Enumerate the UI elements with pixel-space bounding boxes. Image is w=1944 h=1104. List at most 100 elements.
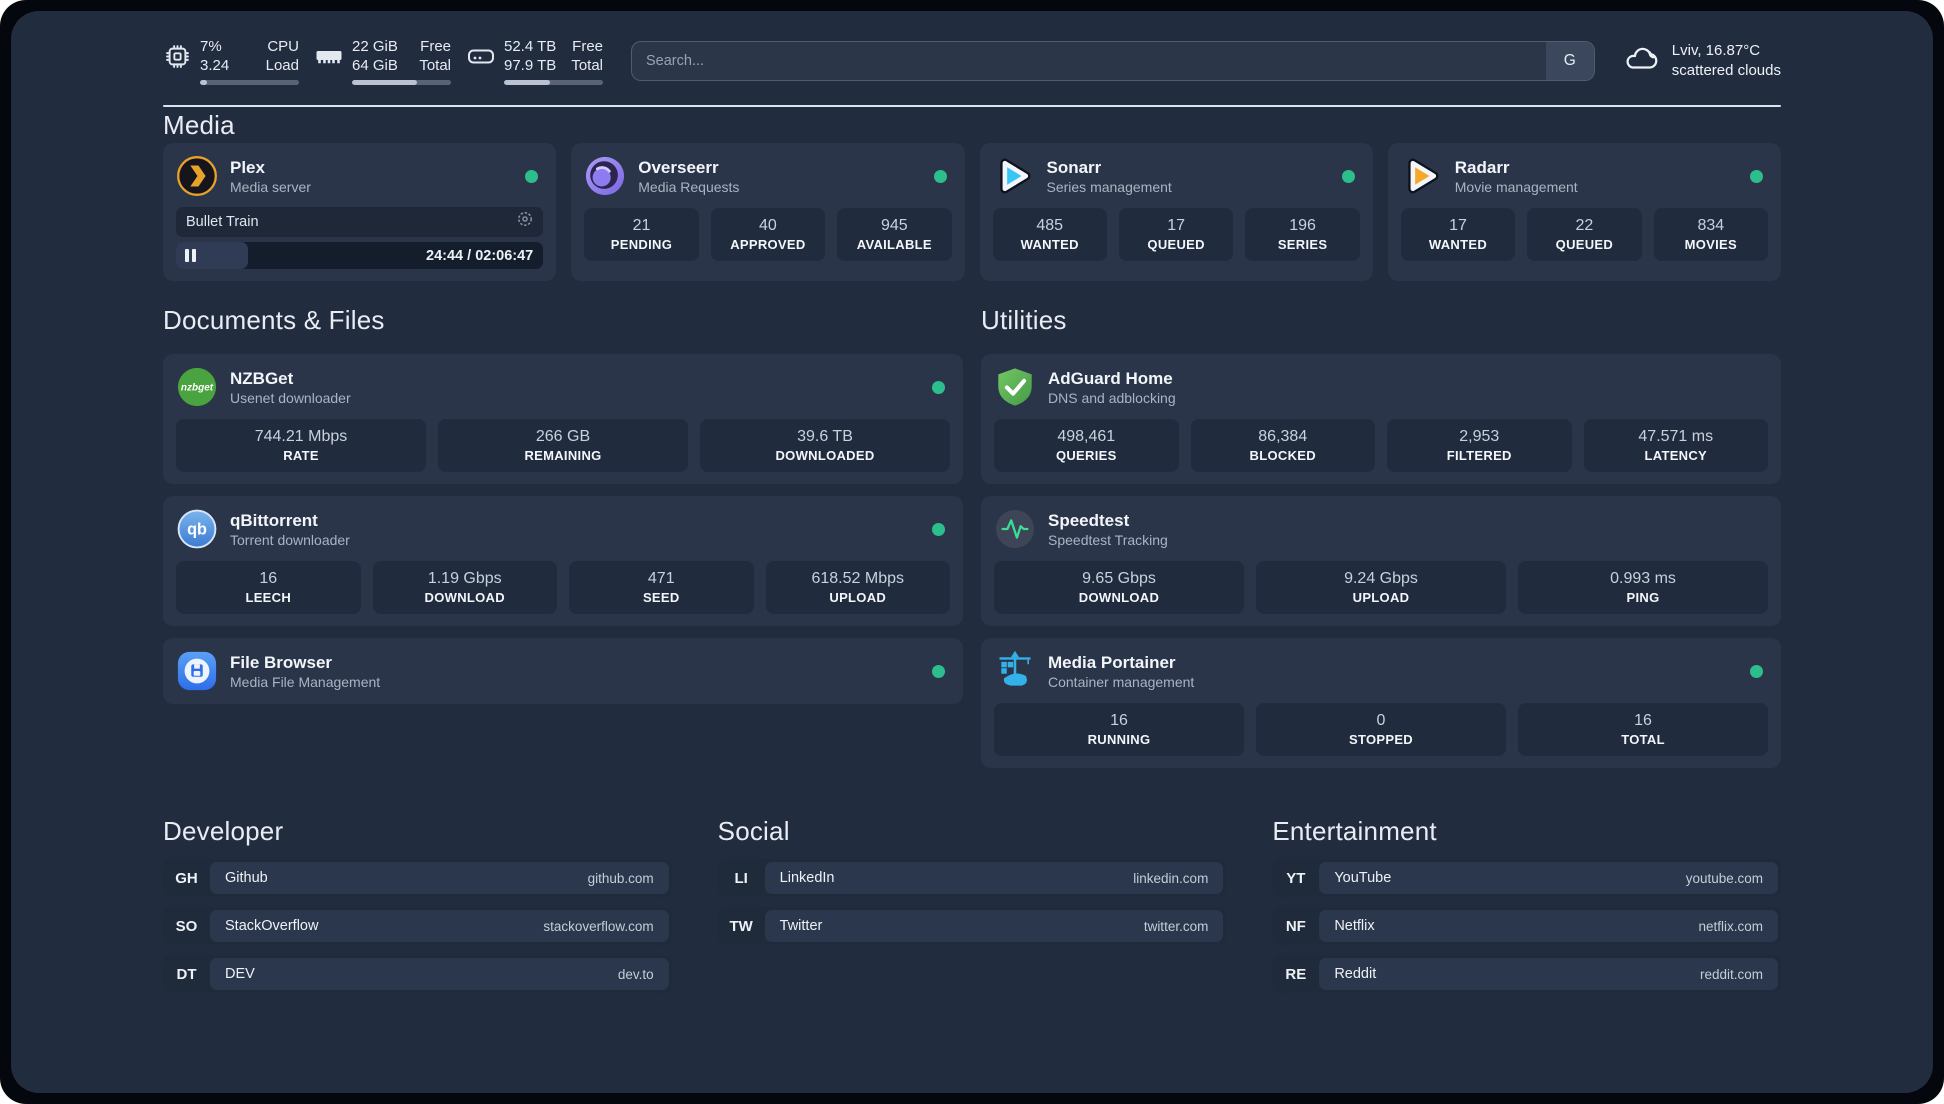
search-engine-button[interactable]: G bbox=[1545, 42, 1594, 80]
stat-box: 196 SERIES bbox=[1245, 208, 1360, 261]
app-card-plex[interactable]: Plex Media server Bullet Train 24:44 / 0… bbox=[163, 143, 557, 281]
app-name: Media Portainer bbox=[1048, 652, 1176, 672]
stat-box: 1.19 Gbps DOWNLOAD bbox=[372, 561, 557, 614]
app-card-nzbget[interactable]: nzbget NZBGet Usenet downloader 744.21 M… bbox=[163, 354, 963, 484]
bookmark-name: Reddit bbox=[1334, 966, 1377, 982]
app-name: Sonarr bbox=[1046, 157, 1102, 177]
app-card-filebrowser[interactable]: File Browser Media File Management bbox=[163, 638, 963, 704]
stat-box: 21 PENDING bbox=[584, 208, 699, 261]
bookmark-linkedin[interactable]: LI LinkedIn linkedin.com bbox=[717, 859, 1227, 897]
bookmark-name: YouTube bbox=[1334, 870, 1392, 886]
stat-box: 16 LEECH bbox=[176, 561, 361, 614]
stat-value: 16 bbox=[259, 570, 278, 587]
section-title-media: Media bbox=[163, 110, 235, 140]
bookmark-url: netflix.com bbox=[1698, 918, 1763, 934]
app-card-portainer[interactable]: Media Portainer Container management 16 … bbox=[981, 638, 1781, 768]
disk-label-1: Free bbox=[572, 38, 603, 55]
stat-box: 485 WANTED bbox=[992, 208, 1107, 261]
stat-value: 40 bbox=[758, 217, 777, 234]
svg-text:nzbget: nzbget bbox=[181, 382, 214, 393]
section-title-social: Social bbox=[717, 816, 790, 846]
stat-label: SEED bbox=[642, 590, 680, 605]
stat-value: 1.19 Gbps bbox=[427, 570, 502, 587]
stat-box: 39.6 TB DOWNLOADED bbox=[700, 419, 950, 472]
middle-grid: Documents & Files nzbget NZBGet Usenet d… bbox=[163, 302, 1781, 768]
bookmark-url: stackoverflow.com bbox=[543, 918, 654, 934]
bookmark-dev[interactable]: DT DEV dev.to bbox=[163, 955, 672, 993]
filebrowser-icon bbox=[176, 650, 218, 692]
stat-box: 744.21 Mbps RATE bbox=[176, 419, 426, 472]
app-name: qBittorrent bbox=[230, 510, 318, 530]
stat-value: 196 bbox=[1289, 217, 1316, 234]
app-subtitle: Movie management bbox=[1454, 178, 1578, 195]
app-card-adguard[interactable]: AdGuard Home DNS and adblocking 498,461 … bbox=[981, 354, 1781, 484]
app-card-sonarr[interactable]: Sonarr Series management 485 WANTED 17 Q… bbox=[979, 143, 1373, 281]
bookmark-reddit[interactable]: RE Reddit reddit.com bbox=[1272, 955, 1781, 993]
disk-widget: 52.4 TB 97.9 TB Free Total bbox=[467, 37, 603, 85]
stat-value: 39.6 TB bbox=[797, 428, 853, 445]
bookmark-github[interactable]: GH Github github.com bbox=[163, 859, 672, 897]
stat-label: DOWNLOAD bbox=[1078, 590, 1160, 605]
status-dot bbox=[932, 664, 945, 678]
bookmark-abbr: NF bbox=[1285, 917, 1306, 935]
status-dot bbox=[933, 169, 947, 183]
bookmark-abbr: TW bbox=[729, 917, 753, 935]
app-card-speedtest[interactable]: Speedtest Speedtest Tracking 9.65 Gbps D… bbox=[981, 496, 1781, 626]
stat-value: 744.21 Mbps bbox=[254, 428, 348, 445]
app-subtitle: Media Requests bbox=[638, 178, 740, 195]
stat-value: 0 bbox=[1376, 712, 1386, 729]
cpu-icon bbox=[163, 42, 191, 70]
entertainment-section: Entertainment YT YouTube youtube.com NF … bbox=[1272, 813, 1781, 993]
stat-value: 618.52 Mbps bbox=[811, 570, 904, 587]
stat-value: 22 bbox=[1575, 217, 1594, 234]
stat-label: TOTAL bbox=[1621, 732, 1665, 747]
stat-box: 47.571 ms LATENCY bbox=[1583, 419, 1768, 472]
stat-box: 17 QUEUED bbox=[1118, 208, 1234, 261]
cpu-load: 3.24 bbox=[200, 57, 230, 74]
bookmark-netflix[interactable]: NF Netflix netflix.com bbox=[1272, 907, 1781, 945]
app-name: Speedtest bbox=[1048, 510, 1130, 530]
disk-icon bbox=[467, 42, 495, 70]
search-input[interactable] bbox=[632, 53, 1546, 69]
stat-box: 16 TOTAL bbox=[1518, 703, 1768, 756]
bookmark-abbr: DT bbox=[176, 965, 197, 983]
cpu-label-2: Load bbox=[265, 57, 299, 74]
stat-label: RATE bbox=[283, 448, 319, 463]
status-dot bbox=[932, 522, 945, 536]
app-card-radarr[interactable]: Radarr Movie management 17 WANTED 22 QUE… bbox=[1387, 143, 1781, 281]
section-title-documents: Documents & Files bbox=[163, 305, 385, 335]
memory-progress-bar bbox=[352, 80, 451, 85]
utilities-section: Utilities AdGuard Home DNS and adblockin… bbox=[981, 302, 1781, 768]
playback-progress-bar: 24:44 / 02:06:47 bbox=[176, 242, 544, 269]
bookmark-youtube[interactable]: YT YouTube youtube.com bbox=[1272, 859, 1781, 897]
stat-box: 266 GB REMAINING bbox=[438, 419, 688, 472]
bookmark-url: youtube.com bbox=[1685, 870, 1763, 886]
app-card-overseerr[interactable]: Overseerr Media Requests 21 PENDING 40 A… bbox=[571, 143, 965, 281]
memory-label-1: Free bbox=[420, 38, 451, 55]
stat-label: DOWNLOADED bbox=[775, 448, 875, 463]
stat-label: BLOCKED bbox=[1249, 448, 1316, 463]
app-card-qbittorrent[interactable]: qb qBittorrent Torrent downloader 16 LEE… bbox=[163, 496, 963, 626]
stat-value: 21 bbox=[632, 217, 651, 234]
stat-label: UPLOAD bbox=[829, 590, 887, 605]
pause-icon[interactable] bbox=[185, 249, 196, 262]
bookmark-name: Twitter bbox=[779, 918, 823, 934]
app-subtitle: Torrent downloader bbox=[230, 531, 350, 548]
stat-box: 618.52 Mbps UPLOAD bbox=[765, 561, 950, 614]
dashboard: 7% 3.24 CPU Load 22 GiB 64 GiB Free Tota… bbox=[11, 11, 1933, 1093]
status-dot bbox=[1750, 169, 1763, 183]
stat-value: 945 bbox=[880, 217, 908, 234]
bookmark-name: Netflix bbox=[1334, 918, 1375, 934]
bookmark-stackoverflow[interactable]: SO StackOverflow stackoverflow.com bbox=[163, 907, 672, 945]
disk-total: 97.9 TB bbox=[504, 57, 557, 74]
app-name: Radarr bbox=[1454, 157, 1510, 177]
stat-value: 17 bbox=[1167, 217, 1186, 234]
stat-label: RUNNING bbox=[1087, 732, 1151, 747]
plex-now-playing: Bullet Train 24:44 / 02:06:47 bbox=[176, 207, 544, 269]
stat-label: WANTED bbox=[1428, 237, 1488, 252]
app-subtitle: Container management bbox=[1048, 673, 1195, 690]
stat-label: QUEUED bbox=[1147, 237, 1205, 252]
status-dot bbox=[932, 380, 945, 394]
bookmark-twitter[interactable]: TW Twitter twitter.com bbox=[717, 907, 1227, 945]
stat-label: SERIES bbox=[1277, 237, 1328, 252]
